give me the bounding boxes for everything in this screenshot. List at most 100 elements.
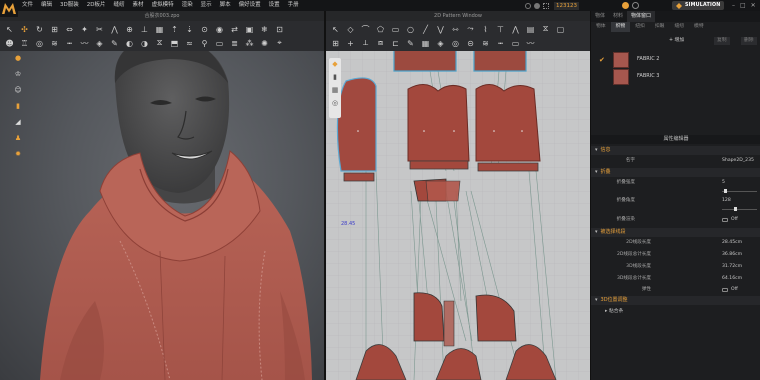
rotate-icon[interactable]: ↻: [34, 24, 45, 35]
texture-2d-icon[interactable]: ▦: [420, 38, 431, 49]
show-icon[interactable]: ◑: [139, 38, 150, 49]
menu-sewing[interactable]: 缝纫: [114, 0, 125, 11]
select-icon[interactable]: ↖: [4, 24, 15, 35]
menu-avatar[interactable]: 虚拟模特: [152, 0, 174, 11]
tshirt-icon[interactable]: ♖: [19, 38, 30, 49]
menu-edit[interactable]: 编辑: [41, 0, 52, 11]
tab-object[interactable]: 物体: [591, 22, 611, 32]
avatar-silhouette-icon[interactable]: ◆: [330, 59, 340, 69]
sun-icon[interactable]: ✹: [13, 149, 23, 159]
split-icon[interactable]: ⟂: [360, 38, 371, 49]
tape-2d-icon[interactable]: ▭: [510, 38, 521, 49]
grid-icon[interactable]: [543, 2, 549, 9]
edit-point-icon[interactable]: ◇: [345, 24, 356, 35]
tab-button[interactable]: 纽扣: [630, 22, 650, 32]
notch-icon[interactable]: ⊤: [495, 24, 506, 35]
tab-avatar[interactable]: 模特: [689, 22, 709, 32]
menu-2d-pattern[interactable]: 2D板片: [87, 0, 106, 11]
menu-script[interactable]: 脚本: [220, 0, 231, 11]
tab-buttonhole[interactable]: 扣眼: [650, 22, 670, 32]
offset-icon[interactable]: ⧈: [375, 38, 386, 49]
texture-toggle-icon[interactable]: ▮: [13, 101, 23, 111]
texture-view-icon[interactable]: ▮: [330, 72, 340, 82]
trace-icon[interactable]: ⌇: [480, 24, 491, 35]
viewport-2d[interactable]: 2D Pattern Window ↖ ◇ ⌒ ⬠ ▭ ○ ╱ ⋁ ⇿ ⤳ ⌇ …: [326, 11, 590, 380]
fold-strength-slider[interactable]: [722, 189, 757, 193]
ruler-icon[interactable]: ⊏: [390, 38, 401, 49]
buttonhole-icon[interactable]: ⊝: [465, 38, 476, 49]
fold-angle-value[interactable]: 128: [722, 196, 731, 206]
zoom-icon[interactable]: ⊙: [199, 24, 210, 35]
add-fabric-button[interactable]: + 增加: [669, 37, 684, 45]
menu-manual[interactable]: 手册: [288, 0, 299, 11]
freeze-icon[interactable]: ❄: [259, 24, 270, 35]
grid-toggle-icon[interactable]: ▦: [330, 85, 340, 95]
elastic-icon[interactable]: 〰: [525, 38, 536, 49]
texture-icon[interactable]: ▦: [154, 24, 165, 35]
fold-strength-value[interactable]: 5: [722, 178, 725, 188]
fur-icon[interactable]: ⁂: [244, 38, 255, 49]
bonding-subitem[interactable]: ▸ 粘合条: [605, 307, 623, 316]
transform-icon[interactable]: ⊞: [49, 24, 60, 35]
simulation-button[interactable]: SIMULATION: [672, 1, 725, 10]
render-toggle-icon[interactable]: ♟: [13, 133, 23, 143]
add-point-icon[interactable]: +: [345, 38, 356, 49]
user-id-badge[interactable]: 123123: [554, 1, 579, 10]
section-selected-segment[interactable]: ▾ 被选择线段: [591, 228, 760, 237]
camera-icon[interactable]: ◉: [214, 24, 225, 35]
fit-icon[interactable]: ⊡: [274, 24, 285, 35]
snap-icon[interactable]: ⌖: [274, 38, 285, 49]
menu-render[interactable]: 渲染: [182, 0, 193, 11]
skin-icon[interactable]: ☺: [13, 85, 23, 95]
stretch-icon[interactable]: ⇔: [64, 24, 75, 35]
graphic-icon[interactable]: ◈: [94, 38, 105, 49]
select-2d-icon[interactable]: ↖: [330, 24, 341, 35]
fold-icon[interactable]: ⋀: [109, 24, 120, 35]
maximize-icon[interactable]: □: [740, 2, 746, 9]
rectangle-icon[interactable]: ▭: [390, 24, 401, 35]
free-sew-icon[interactable]: ⤳: [465, 24, 476, 35]
menu-3d-garment[interactable]: 3D服装: [60, 0, 79, 11]
segment-sew-icon[interactable]: ⇿: [450, 24, 461, 35]
zipper-icon[interactable]: ≋: [49, 38, 60, 49]
wind-icon[interactable]: ≈: [184, 38, 195, 49]
seam-allowance-icon[interactable]: ▢: [555, 24, 566, 35]
elastic-toggle[interactable]: [722, 288, 728, 292]
topstitch-icon[interactable]: ┅: [64, 38, 75, 49]
minimize-icon[interactable]: –: [732, 2, 735, 9]
share-icon[interactable]: [632, 2, 639, 9]
render-icon[interactable]: ✺: [259, 38, 270, 49]
tab-material[interactable]: 材料: [609, 11, 627, 22]
section-info[interactable]: ▾ 信息: [591, 146, 760, 155]
mirror-icon[interactable]: ⧖: [154, 38, 165, 49]
close-icon[interactable]: ✕: [751, 2, 756, 9]
tack-icon[interactable]: ⚲: [199, 38, 210, 49]
sync-icon[interactable]: ⇄: [229, 24, 240, 35]
fold-render-toggle[interactable]: [722, 218, 728, 222]
fold-angle-slider[interactable]: [722, 207, 757, 211]
zipper-2d-icon[interactable]: ≋: [480, 38, 491, 49]
avatar-icon[interactable]: ☻: [4, 38, 15, 49]
tab-sewing[interactable]: 缝纫: [669, 22, 689, 32]
pattern-toggle-icon[interactable]: ◢: [13, 117, 23, 127]
push-icon[interactable]: ⇡: [169, 24, 180, 35]
menu-materials[interactable]: 素材: [133, 0, 144, 11]
pin-toggle-icon[interactable]: ◎: [330, 98, 340, 108]
section-fold[interactable]: ▾ 折叠: [591, 168, 760, 177]
grade-icon[interactable]: ▤: [525, 24, 536, 35]
measure-icon[interactable]: ⊥: [139, 24, 150, 35]
fold-2d-icon[interactable]: ⋀: [510, 24, 521, 35]
menu-preferences[interactable]: 偏好设置: [239, 0, 261, 11]
user-icon[interactable]: [534, 2, 540, 9]
puckering-icon[interactable]: 〰: [79, 38, 90, 49]
menu-display[interactable]: 显示: [201, 0, 212, 11]
curve-icon[interactable]: ⌒: [360, 24, 371, 35]
name-field[interactable]: Shape2D_235: [722, 156, 754, 166]
tab-object-window[interactable]: 物体窗口: [627, 11, 656, 22]
internal-line-icon[interactable]: ╱: [420, 24, 431, 35]
garment-toggle-icon[interactable]: ♔: [13, 69, 23, 79]
tab-fabric[interactable]: 织物: [610, 22, 631, 32]
app-logo[interactable]: [0, 0, 18, 17]
move-icon[interactable]: ✣: [19, 24, 30, 35]
shirring-icon[interactable]: ≣: [229, 38, 240, 49]
